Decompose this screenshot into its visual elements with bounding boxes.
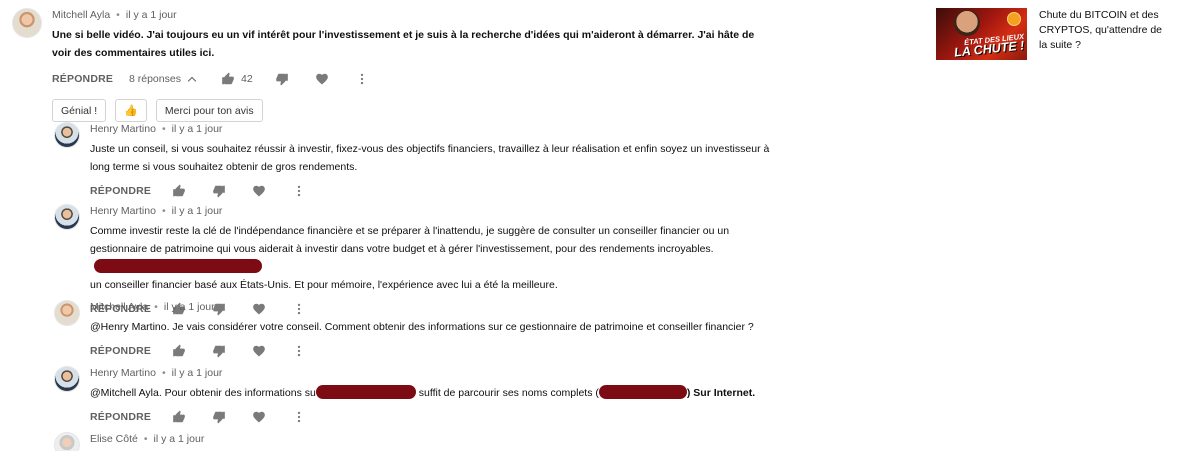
thumb-up-icon[interactable]: [172, 410, 186, 424]
video-title[interactable]: Chute du BITCOIN et des CRYPTOS, qu'atte…: [1039, 8, 1169, 60]
redaction-mark: [94, 259, 262, 273]
replies-count-label: 8 réponses: [129, 73, 181, 85]
reply-comment: Mitchell Ayla • il y a 1 jour @Henry Mar…: [54, 300, 774, 362]
thumb-down-icon[interactable]: [212, 184, 226, 198]
comment-text-part: Comme investir reste la clé de l'indépen…: [90, 225, 730, 255]
reply-comment: Elise Côté • il y a 1 jour: [54, 432, 774, 451]
more-vert-icon[interactable]: [292, 344, 306, 358]
comment-text-part: un conseiller financier basé aux États-U…: [90, 279, 558, 291]
thumbnail-face: [954, 10, 980, 36]
comment-time[interactable]: il y a 1 jour: [164, 300, 215, 314]
avatar[interactable]: [54, 122, 80, 148]
separator-dot: •: [161, 205, 166, 217]
suggested-reply-chip[interactable]: Génial !: [52, 99, 107, 122]
comment-text-part: @Mitchell Ayla. Pour obtenir des informa…: [90, 387, 316, 399]
comment-time[interactable]: il y a 1 jour: [172, 204, 223, 218]
comment-text-part: suffit de parcourir ses noms complets (: [415, 387, 599, 399]
thumb-down-icon[interactable]: [275, 72, 289, 86]
comment-text-part: ) Sur Internet.: [686, 387, 756, 399]
suggested-reply-chip[interactable]: 👍: [115, 99, 147, 122]
reply-button[interactable]: RÉPONDRE: [90, 345, 172, 357]
heart-icon[interactable]: [315, 72, 329, 86]
suggested-replies: Génial ! 👍 Merci pour ton avis: [52, 99, 772, 122]
separator-dot: •: [161, 367, 166, 379]
avatar[interactable]: [54, 366, 80, 392]
separator-dot: •: [116, 9, 120, 21]
comment-text: @Henry Martino. Je vais considérer votre…: [90, 321, 754, 333]
video-thumbnail[interactable]: ÉTAT DES LIEUX LA CHUTE !: [936, 8, 1027, 60]
separator-dot: •: [143, 433, 148, 445]
like-count: 42: [241, 73, 253, 85]
reply-button[interactable]: RÉPONDRE: [90, 185, 172, 197]
comment-author[interactable]: Elise Côté: [90, 432, 138, 446]
heart-icon[interactable]: [252, 344, 266, 358]
reply-comment: Henry Martino • il y a 1 jour @Mitchell …: [54, 366, 774, 428]
comment-time[interactable]: il y a 1 jour: [172, 366, 223, 380]
toggle-replies-button[interactable]: 8 réponses: [129, 73, 221, 85]
separator-dot: •: [161, 123, 166, 135]
reply-comment: Henry Martino • il y a 1 jour Juste un c…: [54, 122, 774, 202]
more-vert-icon[interactable]: [292, 184, 306, 198]
thumb-up-icon[interactable]: [172, 344, 186, 358]
comment-thread-top: Mitchell Ayla • il y a 1 jour Une si bel…: [12, 8, 772, 122]
redaction-mark: [598, 385, 687, 399]
comment-text: Juste un conseil, si vous souhaitez réus…: [90, 143, 770, 173]
thumb-up-icon[interactable]: [221, 72, 235, 86]
separator-dot: •: [154, 301, 158, 313]
comment-text: Comme investir reste la clé de l'indépen…: [90, 222, 780, 294]
comment-author[interactable]: Henry Martino: [90, 122, 156, 136]
comment-time[interactable]: il y a 1 jour: [172, 122, 223, 136]
heart-icon[interactable]: [252, 184, 266, 198]
comment-text: Une si belle vidéo. J'ai toujours eu un …: [52, 29, 755, 59]
avatar[interactable]: [12, 8, 42, 38]
reply-button[interactable]: RÉPONDRE: [52, 73, 129, 85]
redaction-mark: [315, 385, 416, 399]
crypto-coin-icon: [1007, 12, 1021, 26]
comment-author[interactable]: Henry Martino: [90, 366, 156, 380]
comment-time[interactable]: il y a 1 jour: [154, 432, 205, 446]
comment-text: @Mitchell Ayla. Pour obtenir des informa…: [90, 384, 780, 402]
avatar[interactable]: [54, 300, 80, 326]
avatar[interactable]: [54, 432, 80, 451]
heart-icon[interactable]: [252, 410, 266, 424]
suggested-reply-chip[interactable]: Merci pour ton avis: [155, 99, 263, 122]
thumb-down-icon[interactable]: [212, 410, 226, 424]
comment-author[interactable]: Mitchell Ayla: [52, 8, 110, 22]
comment-author[interactable]: Mitchell Ayla: [90, 300, 148, 314]
more-vert-icon[interactable]: [355, 72, 369, 86]
reply-button[interactable]: RÉPONDRE: [90, 411, 172, 423]
avatar[interactable]: [54, 204, 80, 230]
recommended-video[interactable]: ÉTAT DES LIEUX LA CHUTE ! Chute du BITCO…: [936, 8, 1169, 60]
comment-time[interactable]: il y a 1 jour: [126, 8, 177, 22]
thumb-up-icon[interactable]: [172, 184, 186, 198]
comment-author[interactable]: Henry Martino: [90, 204, 156, 218]
chevron-up-icon: [187, 76, 197, 85]
more-vert-icon[interactable]: [292, 410, 306, 424]
thumb-down-icon[interactable]: [212, 344, 226, 358]
